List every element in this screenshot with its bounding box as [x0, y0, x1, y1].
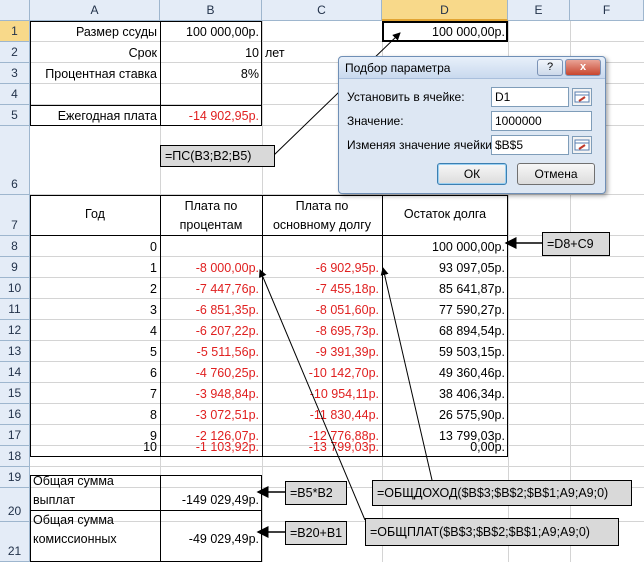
callout-cumprinc-formula: =ОБЩДОХОД($B$3;$B$2;$B$1;A9;A9;0) [372, 480, 632, 506]
callout-total-pay-formula: =B5*B2 [285, 481, 347, 505]
changing-cell-label: Изменяя значение ячейки: [347, 138, 496, 152]
close-button[interactable]: x [565, 59, 601, 76]
set-cell-label: Установить в ячейке: [347, 90, 465, 104]
ok-button[interactable]: ОК [437, 163, 507, 185]
goal-seek-dialog: Подбор параметра ? x Установить в ячейке… [338, 56, 606, 194]
help-button[interactable]: ? [537, 59, 563, 76]
cancel-button[interactable]: Отмена [517, 163, 595, 185]
spreadsheet: A B C D E F 1 2 3 4 5 6 7 8 9 10 11 12 1… [0, 0, 644, 562]
value-label: Значение: [347, 114, 404, 128]
dialog-titlebar[interactable]: Подбор параметра ? x [339, 57, 605, 79]
collapse-dialog-icon[interactable] [572, 136, 592, 154]
callout-balance-formula: =D8+C9 [542, 232, 610, 256]
collapse-dialog-icon[interactable] [572, 88, 592, 106]
changing-cell-input[interactable]: $B$5 [491, 135, 569, 155]
value-input[interactable]: 1000000 [491, 111, 592, 131]
callout-cumipmt-formula: =ОБЩПЛАТ($B$3;$B$2;$B$1;A9;A9;0) [365, 518, 619, 546]
set-cell-input[interactable]: D1 [491, 87, 569, 107]
callout-total-fee-formula: =B20+B1 [285, 521, 347, 545]
arrow-cumprinc [380, 267, 433, 481]
dialog-title: Подбор параметра [345, 61, 451, 75]
callout-pv-formula: =ПС(B3;B2;B5) [160, 145, 275, 167]
